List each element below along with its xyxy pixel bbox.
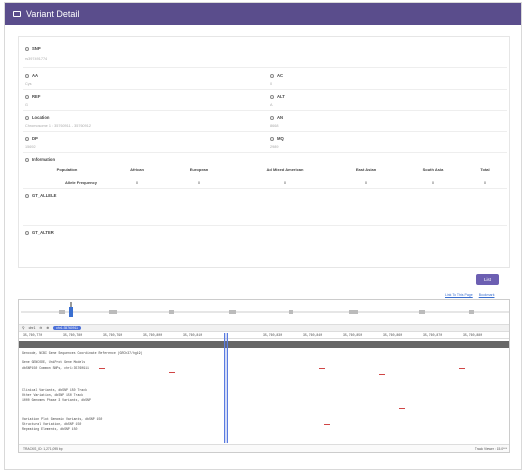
col-east-asian: East Asian <box>355 167 377 172</box>
divider <box>23 152 507 153</box>
gt-allele-label: GT_ALLELE <box>25 193 56 198</box>
variant-position-highlight <box>224 333 228 443</box>
col-european: European <box>189 167 209 172</box>
browser-statusbar: TRACKS_ID: 1,271,095 bp Track Viewer : 1… <box>19 444 509 452</box>
browser-links: Link To This Page Bookmark <box>445 293 494 297</box>
track-label[interactable]: Variation Plot Genomic Variants, dbSNP 1… <box>22 417 102 421</box>
chromosome-ideogram[interactable] <box>19 302 510 318</box>
cell-ad-mixed-american: 0 <box>283 180 287 185</box>
variant-feature[interactable]: ▬▬ <box>459 366 465 370</box>
gt-alter-label: GT_ALTER <box>25 230 54 235</box>
cell-african: 0 <box>135 180 139 185</box>
header-bar: Variant Detail <box>5 3 521 25</box>
col-ad-mixed-american: Ad Mixed American <box>266 167 304 172</box>
variant-info-card: SNP rs397491774 AA Cys AC 0 REF G ALT A … <box>18 36 510 268</box>
alt-value: A <box>270 103 273 107</box>
ruler-tick: 35,760,870 <box>423 333 443 337</box>
location-label: Location <box>25 115 49 120</box>
ruler-tick: 35,760,830 <box>263 333 283 337</box>
alt-label: ALT <box>270 94 285 99</box>
cell-south-asia: 0 <box>431 180 435 185</box>
track-label[interactable]: Gencode, NCBI Gene Sequences Coordinate … <box>22 351 143 355</box>
divider <box>23 131 507 132</box>
col-south-asia: South Asia <box>422 167 444 172</box>
current-region-marker <box>69 307 73 317</box>
dp-value: 15692 <box>25 145 36 149</box>
track-label[interactable]: Clinical Variants, dbSNP 150 Track <box>22 388 87 392</box>
list-button[interactable]: List <box>476 274 499 285</box>
snp-label: SNP <box>25 46 41 51</box>
variant-feature[interactable]: ▬▬ <box>169 370 175 374</box>
ref-label: REF <box>25 94 40 99</box>
position-ruler: 35,760,770 35,760,780 35,760,790 35,760,… <box>19 333 509 339</box>
divider <box>23 188 507 189</box>
col-total: Total <box>480 167 490 172</box>
browser-toolbar: ⚲ chr1 ⊖ ⊕ chr1:35760911 <box>19 324 509 332</box>
ac-label: AC <box>270 73 283 78</box>
track-label[interactable]: Gene GENCODE, UniProt Gene Models <box>22 360 85 364</box>
divider <box>23 110 507 111</box>
cell-total: 0 <box>483 180 487 185</box>
variant-feature[interactable]: ▬▬ <box>324 422 330 426</box>
ruler-tick: 35,760,840 <box>303 333 323 337</box>
variant-feature[interactable]: ▬▬ <box>399 406 405 410</box>
chrom-select[interactable]: chr1 <box>29 326 36 330</box>
mq-value: 2989 <box>270 145 279 149</box>
page-title: Variant Detail <box>26 9 80 19</box>
information-label: Information <box>25 157 55 162</box>
aa-value: Cys <box>25 82 32 86</box>
ac-value: 0 <box>270 82 273 86</box>
an-value: 8668 <box>270 124 279 128</box>
track-label[interactable]: Structural Variation, dbSNP 150 <box>22 422 81 426</box>
ruler-tick: 35,760,800 <box>143 333 163 337</box>
zoom-in-icon[interactable]: ⊕ <box>46 326 49 330</box>
ref-value: G <box>25 103 28 107</box>
variant-detail-window: Variant Detail SNP rs397491774 AA Cys AC… <box>4 2 522 470</box>
cell-east-asian: 0 <box>364 180 368 185</box>
ruler-tick: 35,760,790 <box>103 333 123 337</box>
ruler-tick: 35,760,780 <box>63 333 83 337</box>
ruler-tick: 35,760,860 <box>383 333 403 337</box>
variant-feature[interactable]: ▬▬ <box>99 366 105 370</box>
divider <box>23 225 507 226</box>
status-right: Track Viewer : 15.0*** <box>474 447 507 451</box>
cell-european: 0 <box>197 180 201 185</box>
an-label: AN <box>270 115 283 120</box>
genome-browser[interactable]: ⚲ chr1 ⊖ ⊕ chr1:35760911 35,760,770 35,7… <box>18 299 510 453</box>
window-icon <box>13 11 21 17</box>
zoom-out-icon[interactable]: ⊖ <box>39 326 42 330</box>
link-to-page[interactable]: Link To This Page <box>445 293 473 297</box>
mq-label: MQ <box>270 136 284 141</box>
col-african: African <box>130 167 144 172</box>
divider <box>23 67 507 68</box>
ruler-tick: 35,760,810 <box>183 333 203 337</box>
col-population: Population <box>56 167 78 172</box>
track-label[interactable]: dbSNP150 Common SNPs, chr1:35760911 <box>22 366 89 370</box>
variant-feature[interactable]: ▬▬ <box>379 372 385 376</box>
track-label[interactable]: 1000 Genomes Phase 3 Variants, dbSNP <box>22 398 91 402</box>
position-pill[interactable]: chr1:35760911 <box>53 326 82 330</box>
sequence-track <box>19 341 509 348</box>
status-left: TRACKS_ID: 1,271,095 bp <box>23 447 63 451</box>
ruler-tick: 35,760,880 <box>463 333 483 337</box>
ruler-tick: 35,760,850 <box>343 333 363 337</box>
track-label[interactable]: Other Variation, dbSNP 150 Track <box>22 393 83 397</box>
track-label[interactable]: Repeating Elements, dbSNP 150 <box>22 427 77 431</box>
snp-value: rs397491774 <box>25 57 48 61</box>
dp-label: DP <box>25 136 38 141</box>
bookmark-link[interactable]: Bookmark <box>479 293 495 297</box>
aa-label: AA <box>25 73 38 78</box>
location-value: Chromosome 1 : 35760911 - 35760912 <box>25 124 91 128</box>
divider <box>23 89 507 90</box>
variant-feature[interactable]: ▬▬ <box>319 366 325 370</box>
row-allele-frequency: Allele Frequency <box>64 180 97 185</box>
ruler-tick: 35,760,770 <box>23 333 43 337</box>
search-icon[interactable]: ⚲ <box>22 326 25 330</box>
